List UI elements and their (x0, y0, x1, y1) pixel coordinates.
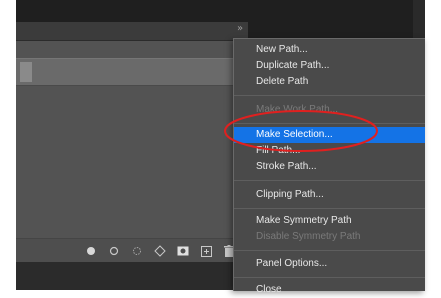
footer-toolbar (84, 243, 245, 259)
menu-item-make-symmetry-path[interactable]: Make Symmetry Path (234, 213, 425, 229)
menu-separator (234, 95, 425, 96)
path-layer-row[interactable] (16, 58, 248, 86)
menu-separator (234, 180, 425, 181)
load-selection-icon[interactable] (130, 244, 144, 258)
paths-panel-flyout-menu: New Path... Duplicate Path... Delete Pat… (233, 38, 425, 295)
paths-panel: » ≡ (16, 22, 248, 263)
menu-item-fill-path[interactable]: Fill Path... (234, 143, 425, 159)
menu-separator (234, 277, 425, 278)
paths-list-area (16, 86, 248, 236)
screenshot-stage: » ≡ (0, 0, 441, 295)
menu-item-make-work-path: Make Work Path... (256, 104, 339, 115)
panel-titlebar[interactable]: » (16, 22, 248, 41)
menu-item-close[interactable]: Close (234, 282, 425, 298)
panel-footer (16, 238, 248, 263)
fill-path-icon[interactable] (84, 244, 98, 258)
path-thumbnail (20, 62, 32, 82)
menu-separator (234, 123, 425, 124)
collapse-panel-icon[interactable]: » (234, 24, 246, 34)
new-path-icon[interactable] (199, 244, 213, 258)
menu-separator (234, 250, 425, 251)
menu-item-make-selection[interactable]: Make Selection... (234, 127, 425, 143)
menu-separator (234, 208, 425, 209)
menu-item-disable-symmetry-path: Disable Symmetry Path (256, 231, 361, 242)
menu-item-clipping-path[interactable]: Clipping Path... (234, 187, 425, 203)
menu-item-new-path[interactable]: New Path... (234, 42, 425, 58)
menu-item-duplicate-path[interactable]: Duplicate Path... (234, 58, 425, 74)
menu-item-panel-options[interactable]: Panel Options... (234, 256, 425, 272)
make-work-path-icon[interactable] (153, 244, 167, 258)
stroke-path-icon[interactable] (107, 244, 121, 258)
menu-item-stroke-path[interactable]: Stroke Path... (234, 159, 425, 175)
menu-item-delete-path[interactable]: Delete Path (234, 74, 425, 90)
add-mask-icon[interactable] (176, 244, 190, 258)
